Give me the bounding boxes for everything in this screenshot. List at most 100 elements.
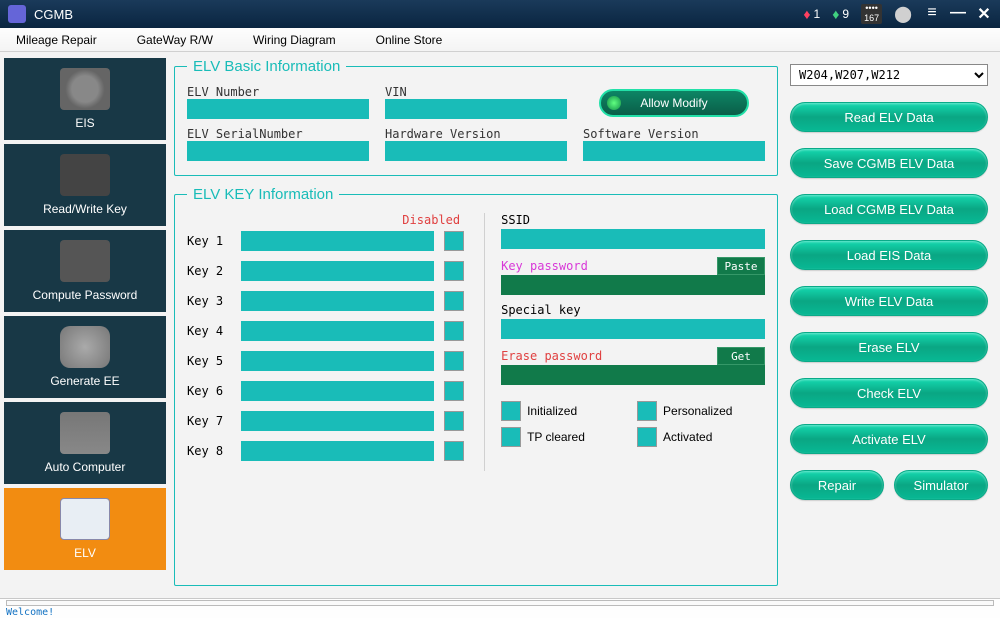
content-area: ELV Basic Information ELV Number VIN All…: [166, 58, 786, 596]
load-cgmb-elv-data-button[interactable]: Load CGMB ELV Data: [790, 194, 988, 224]
elv-key-info-group: ELV KEY Information Disabled Key 1 Key 2…: [174, 186, 778, 586]
menu-icon[interactable]: ≡: [924, 4, 940, 24]
menu-gateway-rw[interactable]: GateWay R/W: [137, 33, 213, 47]
key6-disabled-checkbox[interactable]: [444, 381, 464, 401]
sidebar-item-generate-ee[interactable]: Generate EE: [4, 316, 166, 398]
key7-input[interactable]: [241, 411, 434, 431]
initialized-checkbox[interactable]: [501, 401, 521, 421]
check-elv-button[interactable]: Check ELV: [790, 378, 988, 408]
eis-icon: [60, 68, 110, 110]
hw-field: Hardware Version: [385, 127, 567, 161]
title-bar: CGMB ♦1 ♦9 ••••167 ⬤ ≡ — ✕: [0, 0, 1000, 28]
key-info-legend: ELV KEY Information: [187, 186, 339, 203]
get-button[interactable]: Get: [717, 347, 765, 365]
key2-disabled-checkbox[interactable]: [444, 261, 464, 281]
allow-modify-wrap: Allow Modify: [583, 85, 765, 119]
status-flags: Initialized Personalized TP cleared Acti…: [501, 401, 765, 447]
key-password-input[interactable]: [501, 275, 765, 295]
sidebar-item-eis[interactable]: EIS: [4, 58, 166, 140]
special-key-input[interactable]: [501, 319, 765, 339]
red-diamond-stat: ♦1: [803, 6, 820, 22]
personalized-checkbox[interactable]: [637, 401, 657, 421]
erase-password-input[interactable]: [501, 365, 765, 385]
app-icon: [8, 5, 26, 23]
key4-input[interactable]: [241, 321, 434, 341]
sidebar: EIS Read/Write Key Compute Password Gene…: [4, 58, 166, 596]
compute-icon: [60, 240, 110, 282]
load-eis-data-button[interactable]: Load EIS Data: [790, 240, 988, 270]
auto-computer-icon: [60, 412, 110, 454]
model-select[interactable]: W204,W207,W212: [790, 64, 988, 86]
hw-input[interactable]: [385, 141, 567, 161]
save-cgmb-elv-data-button[interactable]: Save CGMB ELV Data: [790, 148, 988, 178]
key3-input[interactable]: [241, 291, 434, 311]
menu-mileage-repair[interactable]: Mileage Repair: [16, 33, 97, 47]
key-row-5: Key 5: [187, 351, 464, 371]
key3-disabled-checkbox[interactable]: [444, 291, 464, 311]
activated-checkbox[interactable]: [637, 427, 657, 447]
elv-number-field: ELV Number: [187, 85, 369, 119]
status-text: Welcome!: [6, 607, 994, 618]
read-elv-data-button[interactable]: Read ELV Data: [790, 102, 988, 132]
basic-info-legend: ELV Basic Information: [187, 58, 346, 75]
close-button[interactable]: ✕: [976, 4, 992, 24]
key4-disabled-checkbox[interactable]: [444, 321, 464, 341]
write-elv-data-button[interactable]: Write ELV Data: [790, 286, 988, 316]
keys-column: Disabled Key 1 Key 2 Key 3 Key 4 Key 5 K…: [187, 213, 464, 471]
key6-input[interactable]: [241, 381, 434, 401]
ssid-field: SSID: [501, 213, 765, 249]
key8-disabled-checkbox[interactable]: [444, 441, 464, 461]
vin-input[interactable]: [385, 99, 567, 119]
erase-elv-button[interactable]: Erase ELV: [790, 332, 988, 362]
sw-input[interactable]: [583, 141, 765, 161]
key5-input[interactable]: [241, 351, 434, 371]
key-row-8: Key 8: [187, 441, 464, 461]
ssid-input[interactable]: [501, 229, 765, 249]
key7-disabled-checkbox[interactable]: [444, 411, 464, 431]
key1-disabled-checkbox[interactable]: [444, 231, 464, 251]
key-row-4: Key 4: [187, 321, 464, 341]
right-panel: W204,W207,W212 Read ELV Data Save CGMB E…: [786, 58, 996, 596]
allow-modify-button[interactable]: Allow Modify: [599, 89, 749, 117]
generate-icon: [60, 326, 110, 368]
app-title: CGMB: [34, 7, 803, 22]
sidebar-item-auto-computer[interactable]: Auto Computer: [4, 402, 166, 484]
sidebar-item-elv[interactable]: ELV: [4, 488, 166, 570]
key-row-7: Key 7: [187, 411, 464, 431]
serial-field: ELV SerialNumber: [187, 127, 369, 161]
paste-button[interactable]: Paste: [717, 257, 765, 275]
minimize-button[interactable]: —: [950, 4, 966, 24]
counter-box: ••••167: [861, 4, 882, 24]
key-row-3: Key 3: [187, 291, 464, 311]
status-bar: Welcome!: [0, 598, 1000, 618]
menu-wiring-diagram[interactable]: Wiring Diagram: [253, 33, 336, 47]
simulator-button[interactable]: Simulator: [894, 470, 988, 500]
sidebar-item-read-write-key[interactable]: Read/Write Key: [4, 144, 166, 226]
key-row-2: Key 2: [187, 261, 464, 281]
key5-disabled-checkbox[interactable]: [444, 351, 464, 371]
diamond-green-icon: ♦: [832, 6, 839, 22]
key-row-6: Key 6: [187, 381, 464, 401]
main-area: EIS Read/Write Key Compute Password Gene…: [0, 52, 1000, 598]
disabled-header: Disabled: [187, 213, 464, 227]
window-controls: ≡ — ✕: [924, 4, 992, 24]
key2-input[interactable]: [241, 261, 434, 281]
key-icon: [60, 154, 110, 196]
tp-cleared-checkbox[interactable]: [501, 427, 521, 447]
medal-icon: ⬤: [894, 4, 912, 24]
key1-input[interactable]: [241, 231, 434, 251]
elv-basic-info-group: ELV Basic Information ELV Number VIN All…: [174, 58, 778, 176]
sidebar-item-compute-password[interactable]: Compute Password: [4, 230, 166, 312]
key-row-1: Key 1: [187, 231, 464, 251]
erase-password-field: Erase password Get: [501, 347, 765, 385]
menu-online-store[interactable]: Online Store: [376, 33, 443, 47]
key-right-column: SSID Key password Paste Special key Eras…: [484, 213, 765, 471]
key8-input[interactable]: [241, 441, 434, 461]
serial-input[interactable]: [187, 141, 369, 161]
activate-elv-button[interactable]: Activate ELV: [790, 424, 988, 454]
special-key-field: Special key: [501, 303, 765, 339]
elv-icon: [60, 498, 110, 540]
titlebar-stats: ♦1 ♦9 ••••167 ⬤: [803, 4, 912, 24]
repair-button[interactable]: Repair: [790, 470, 884, 500]
elv-number-input[interactable]: [187, 99, 369, 119]
